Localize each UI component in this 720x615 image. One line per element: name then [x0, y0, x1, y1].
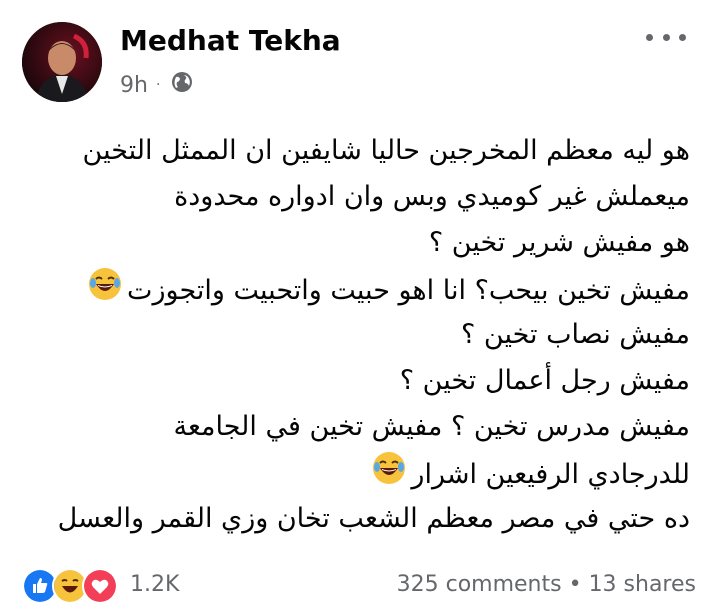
author-name[interactable]: Medhat Tekha [120, 24, 341, 57]
post-time[interactable]: 9h [120, 73, 148, 98]
meta-separator: · [155, 77, 161, 93]
engagement-counts: 325 comments • 13 shares [397, 572, 696, 597]
post-line-with-emoji: للدرجادي الرفيعين اشرار [30, 450, 690, 496]
more-options-icon[interactable] [646, 22, 686, 52]
post-line: مفيش رجل أعمال تخين ؟ [399, 365, 690, 396]
more-dot [662, 33, 670, 41]
globe-icon [170, 70, 194, 100]
post-line: هو ليه معظم المخرجين حاليا شايفين ان الم… [82, 135, 690, 166]
love-reaction-icon [82, 568, 118, 604]
avatar[interactable] [22, 22, 102, 102]
post-meta: 9h · [120, 70, 194, 100]
laughing-emoji-icon [371, 450, 407, 501]
post-line: مفيش نصاب تخين ؟ [461, 319, 690, 350]
post-text: هو ليه معظم المخرجين حاليا شايفين ان الم… [30, 128, 690, 542]
more-dot [679, 33, 686, 41]
comments-count[interactable]: 325 comments [397, 572, 562, 597]
post-line: هو مفيش شرير تخين ؟ [428, 227, 690, 258]
post-line-text: للدرجادي الرفيعين اشرار [411, 459, 690, 490]
post-header: Medhat Tekha 9h · [0, 0, 720, 115]
counts-separator: • [568, 572, 582, 597]
more-dot [646, 33, 653, 41]
post-line: مفيش مدرس تخين ؟ مفيش تخين في الجامعة [173, 411, 690, 442]
post-line: ميعملش غير كوميدي وبس وان ادواره محدودة [174, 181, 690, 212]
reactions-icons[interactable] [22, 568, 118, 604]
shares-count[interactable]: 13 shares [589, 572, 696, 597]
post-footer: 1.2K 325 comments • 13 shares [0, 560, 720, 615]
reaction-count[interactable]: 1.2K [130, 572, 179, 597]
laughing-emoji-icon [87, 266, 123, 317]
post-line-with-emoji: مفيش تخين بيحب؟ انا اهو حبيت واتحبيت وات… [30, 266, 690, 312]
post-line-text: مفيش تخين بيحب؟ انا اهو حبيت واتحبيت وات… [127, 275, 690, 306]
post-line: ده حتي في مصر معظم الشعب تخان وزي القمر … [57, 503, 690, 534]
